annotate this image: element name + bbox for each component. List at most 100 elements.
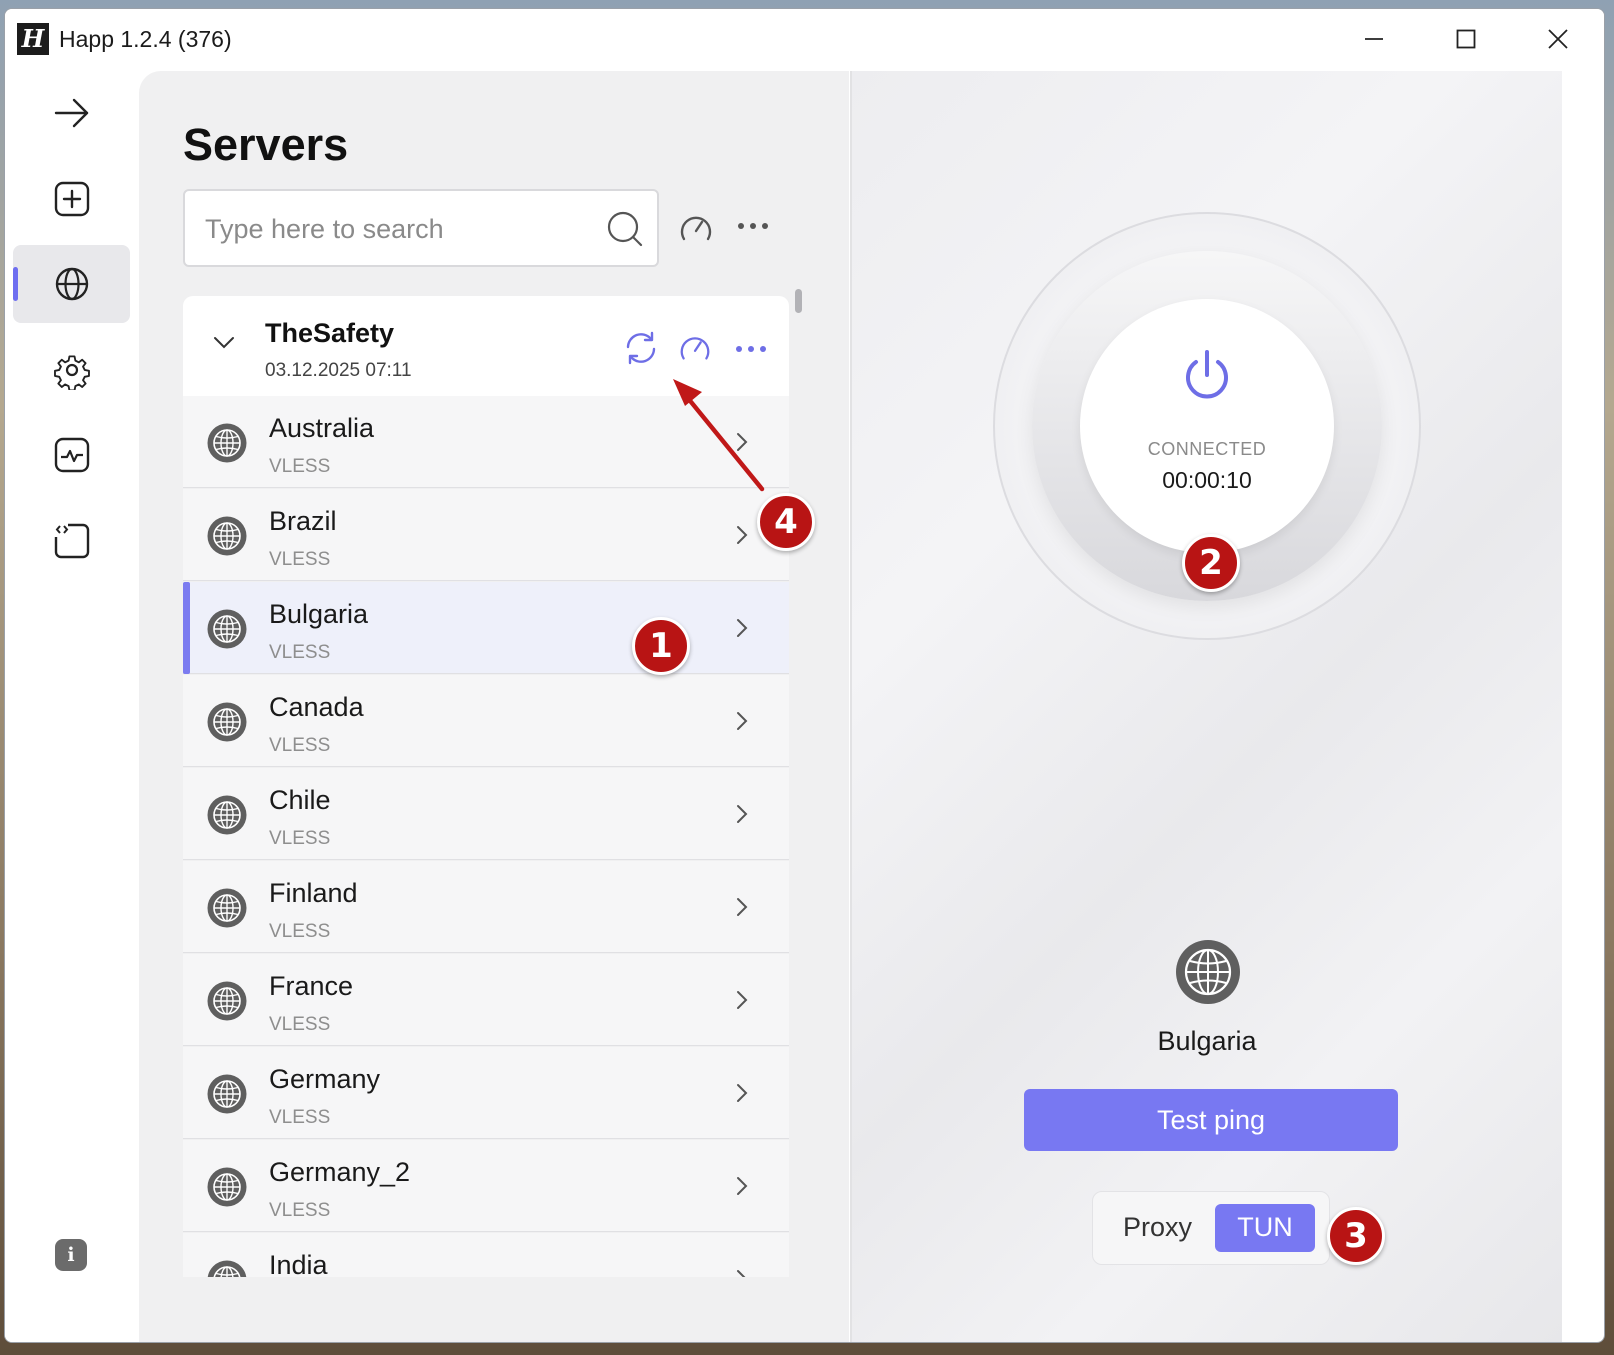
chevron-right-icon[interactable] xyxy=(735,1083,749,1103)
app-window: H Happ 1.2.4 (376) i Servers Type here t… xyxy=(4,8,1605,1343)
sidebar-item-servers[interactable] xyxy=(13,245,130,323)
test-ping-button[interactable]: Test ping xyxy=(1024,1089,1398,1151)
server-protocol: VLESS xyxy=(269,549,331,570)
window-title: Happ 1.2.4 (376) xyxy=(59,26,232,52)
chevron-right-icon[interactable] xyxy=(735,990,749,1010)
sidebar-item-settings[interactable] xyxy=(13,331,130,409)
connection-status: CONNECTED xyxy=(1147,439,1267,459)
server-protocol: VLESS xyxy=(269,735,331,756)
speedtest-icon[interactable] xyxy=(677,209,715,247)
subscription-name: TheSafety xyxy=(265,318,395,348)
server-name: India xyxy=(269,1250,328,1277)
sidebar-item-add[interactable] xyxy=(13,160,130,238)
server-name: France xyxy=(269,971,354,1001)
server-name: Brazil xyxy=(269,506,337,536)
server-row[interactable]: Germany_2 VLESS xyxy=(183,1140,789,1232)
chevron-down-icon[interactable] xyxy=(213,336,235,350)
server-globe-icon xyxy=(207,795,247,835)
server-row[interactable]: France VLESS xyxy=(183,954,789,1046)
globe-icon xyxy=(55,267,89,301)
server-globe-icon xyxy=(1176,940,1240,1004)
group-more-icon[interactable] xyxy=(733,334,769,364)
server-row[interactable]: Canada VLESS xyxy=(183,675,789,767)
minimize-button[interactable] xyxy=(1328,9,1420,69)
code-box-icon xyxy=(54,523,90,559)
close-icon xyxy=(1548,29,1568,49)
chevron-right-icon[interactable] xyxy=(735,618,749,638)
gear-icon xyxy=(54,355,90,390)
power-icon[interactable] xyxy=(1178,347,1236,405)
server-name: Australia xyxy=(269,413,375,443)
arrow-right-icon xyxy=(54,98,89,128)
server-globe-icon xyxy=(207,423,247,463)
server-row[interactable]: Germany VLESS xyxy=(183,1047,789,1139)
chevron-right-icon[interactable] xyxy=(735,525,749,545)
chevron-right-icon[interactable] xyxy=(735,1176,749,1196)
subscription-date: 03.12.2025 07:11 xyxy=(265,360,412,381)
close-button[interactable] xyxy=(1512,9,1604,69)
chevron-right-icon[interactable] xyxy=(735,1269,749,1277)
chevron-right-icon[interactable] xyxy=(735,897,749,917)
server-name: Chile xyxy=(269,785,331,815)
mode-tun-option[interactable]: TUN xyxy=(1215,1204,1315,1252)
server-protocol: VLESS xyxy=(269,1200,331,1221)
mode-proxy-option[interactable]: Proxy xyxy=(1123,1212,1192,1243)
search-box xyxy=(183,189,659,267)
server-protocol: VLESS xyxy=(269,1014,331,1035)
chevron-right-icon[interactable] xyxy=(735,711,749,731)
chevron-right-icon[interactable] xyxy=(735,432,749,452)
callout-badge-1: 1 xyxy=(632,617,690,675)
page-title: Servers xyxy=(183,119,349,170)
group-speedtest-icon[interactable] xyxy=(677,330,713,366)
scrollbar-thumb[interactable] xyxy=(795,289,802,313)
server-name: Germany_2 xyxy=(269,1157,411,1187)
server-name: Bulgaria xyxy=(269,599,369,629)
callout-badge-2: 2 xyxy=(1182,534,1240,592)
server-protocol: VLESS xyxy=(269,456,331,477)
server-name: Canada xyxy=(269,692,364,722)
server-globe-icon xyxy=(207,1074,247,1114)
server-globe-icon xyxy=(207,609,247,649)
chevron-right-icon[interactable] xyxy=(735,804,749,824)
subscription-group-header[interactable]: TheSafety 03.12.2025 07:11 xyxy=(183,296,789,396)
server-protocol: VLESS xyxy=(269,921,331,942)
server-globe-icon xyxy=(207,888,247,928)
server-row[interactable]: Chile VLESS xyxy=(183,768,789,860)
minimize-icon xyxy=(1365,38,1383,40)
server-protocol: VLESS xyxy=(269,642,331,663)
server-row[interactable]: Bulgaria VLESS xyxy=(183,582,789,674)
maximize-button[interactable] xyxy=(1420,9,1512,69)
server-protocol: VLESS xyxy=(269,1107,331,1128)
callout-badge-4: 4 xyxy=(757,493,815,551)
app-logo-icon: H xyxy=(17,23,49,55)
server-name: Germany xyxy=(269,1064,381,1094)
server-row[interactable]: IndiaVLESS xyxy=(183,1233,789,1277)
server-globe-icon xyxy=(207,1260,247,1277)
refresh-icon[interactable] xyxy=(623,330,659,366)
servers-panel: Servers TheSafety 03.12.2025 07:11 xyxy=(139,71,849,1342)
callout-badge-3: 3 xyxy=(1327,1207,1385,1265)
sidebar-item-stats[interactable] xyxy=(13,416,130,494)
mode-switch: Proxy TUN xyxy=(1092,1191,1330,1265)
server-row[interactable]: Brazil VLESS xyxy=(183,489,789,581)
search-icon[interactable] xyxy=(605,209,645,249)
activity-icon xyxy=(54,437,90,473)
info-button[interactable]: i xyxy=(55,1239,87,1271)
add-box-icon xyxy=(54,181,90,217)
current-server-name: Bulgaria xyxy=(1157,1026,1257,1056)
server-protocol: VLESS xyxy=(269,828,331,849)
server-row[interactable]: Australia VLESS xyxy=(183,396,789,488)
sidebar-item-routing[interactable] xyxy=(13,502,130,580)
search-input[interactable] xyxy=(205,209,595,249)
more-options-icon[interactable] xyxy=(735,211,771,241)
title-bar: H Happ 1.2.4 (376) xyxy=(5,9,1604,69)
server-row[interactable]: Finland VLESS xyxy=(183,861,789,953)
sidebar-item-connect[interactable] xyxy=(13,74,130,152)
server-list: TheSafety 03.12.2025 07:11 Australia VLES xyxy=(183,296,789,1277)
server-globe-icon xyxy=(207,702,247,742)
server-globe-icon xyxy=(207,1167,247,1207)
power-button[interactable] xyxy=(1080,299,1334,553)
connection-timer: 00:00:10 xyxy=(1162,467,1252,493)
server-globe-icon xyxy=(207,516,247,556)
connection-panel: CONNECTED 00:00:10 Bulgaria Test ping Pr… xyxy=(852,71,1562,1342)
